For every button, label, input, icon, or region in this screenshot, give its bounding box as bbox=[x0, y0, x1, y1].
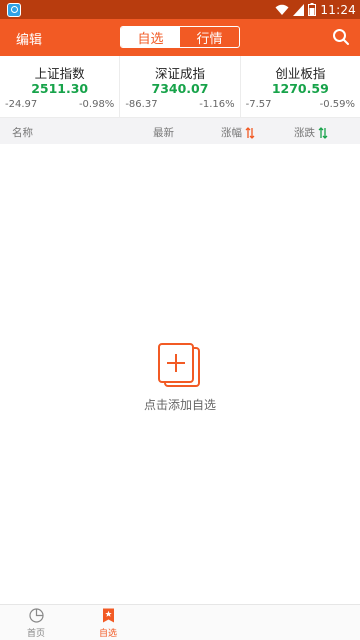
index-change-pct: -0.59% bbox=[319, 99, 355, 110]
tab-market[interactable]: 行情 bbox=[180, 27, 239, 47]
index-change: -7.57 bbox=[245, 99, 272, 110]
nav-watchlist[interactable]: 自选 bbox=[78, 608, 138, 639]
empty-watchlist[interactable]: 点击添加自选 bbox=[0, 342, 360, 413]
bookmark-star-icon bbox=[102, 608, 114, 623]
column-change[interactable]: 涨跌 bbox=[294, 125, 328, 140]
index-summary: 上证指数 2511.30 -24.97 -0.98% 深证成指 7340.07 … bbox=[0, 56, 360, 118]
nav-home[interactable]: 首页 bbox=[6, 608, 66, 639]
cellular-signal-icon bbox=[293, 3, 305, 16]
bottom-navigation: 首页 自选 bbox=[0, 604, 360, 640]
add-stock-icon[interactable] bbox=[157, 342, 203, 388]
index-name: 创业板指 bbox=[275, 66, 326, 81]
search-icon[interactable] bbox=[332, 28, 350, 46]
edit-button[interactable]: 编辑 bbox=[16, 29, 42, 48]
index-card-chinext[interactable]: 创业板指 1270.59 -7.57 -0.59% bbox=[241, 56, 360, 117]
column-name: 名称 bbox=[12, 125, 33, 140]
segmented-tabs: 自选 行情 bbox=[120, 26, 240, 48]
index-name: 上证指数 bbox=[34, 66, 85, 81]
empty-state-text[interactable]: 点击添加自选 bbox=[144, 396, 216, 413]
column-latest: 最新 bbox=[153, 125, 174, 140]
list-column-header: 名称 最新 涨幅 涨跌 bbox=[0, 118, 360, 144]
sort-icon bbox=[245, 126, 255, 139]
tab-watchlist[interactable]: 自选 bbox=[121, 27, 180, 47]
sort-icon bbox=[318, 126, 328, 139]
column-change-pct[interactable]: 涨幅 bbox=[221, 125, 255, 140]
nav-home-label: 首页 bbox=[26, 629, 45, 639]
index-name: 深证成指 bbox=[154, 66, 205, 81]
index-card-shanghai[interactable]: 上证指数 2511.30 -24.97 -0.98% bbox=[0, 56, 121, 117]
index-change: -86.37 bbox=[125, 99, 158, 110]
wifi-icon bbox=[275, 4, 289, 15]
index-value: 2511.30 bbox=[31, 81, 89, 96]
index-value: 7340.07 bbox=[151, 81, 209, 96]
index-card-shenzhen[interactable]: 深证成指 7340.07 -86.37 -1.16% bbox=[120, 56, 241, 117]
home-pie-icon bbox=[28, 608, 44, 623]
app-notification-icon bbox=[7, 2, 21, 17]
index-value: 1270.59 bbox=[271, 81, 329, 96]
index-change-pct: -1.16% bbox=[199, 99, 235, 110]
index-change-pct: -0.98% bbox=[78, 99, 115, 110]
index-change: -24.97 bbox=[5, 99, 38, 110]
column-latest-label: 最新 bbox=[153, 127, 174, 139]
status-time: 11:24 bbox=[320, 2, 356, 17]
column-name-label: 名称 bbox=[12, 127, 33, 139]
column-change-pct-label: 涨幅 bbox=[221, 127, 242, 139]
status-bar: 11:24 bbox=[0, 0, 360, 19]
column-change-label: 涨跌 bbox=[294, 127, 315, 139]
nav-watchlist-label: 自选 bbox=[98, 629, 117, 639]
battery-icon bbox=[308, 3, 317, 16]
title-bar: 编辑 自选 行情 bbox=[0, 19, 360, 56]
